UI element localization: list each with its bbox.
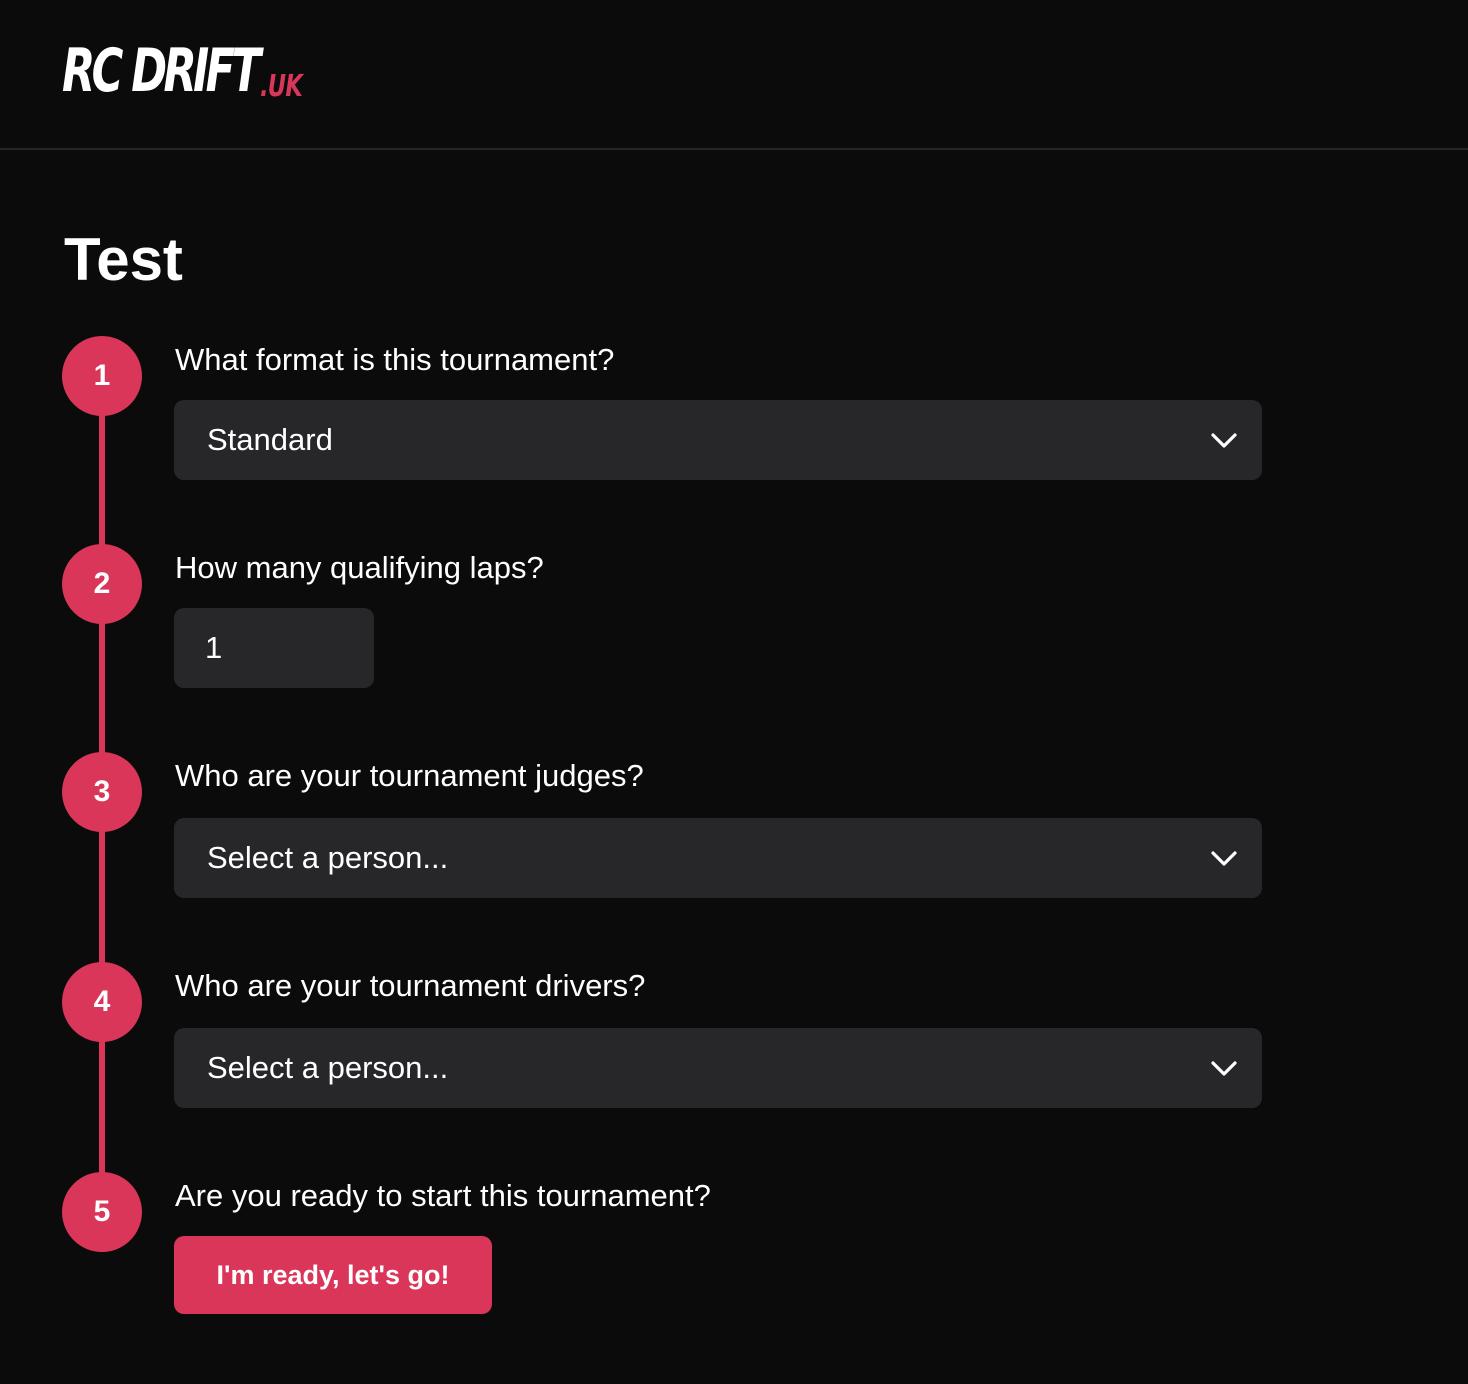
- drivers-select-value: Select a person...: [207, 1050, 449, 1085]
- drivers-select[interactable]: Select a person...: [174, 1028, 1262, 1108]
- step-2-question: How many qualifying laps?: [175, 550, 544, 585]
- step-5-question: Are you ready to start this tournament?: [175, 1178, 711, 1213]
- site-header: RC DRIFT .UK: [0, 0, 1468, 150]
- format-select[interactable]: Standard: [174, 400, 1262, 480]
- step-5-number-badge: 5: [62, 1172, 142, 1252]
- start-tournament-button[interactable]: I'm ready, let's go!: [174, 1236, 492, 1314]
- qualifying-laps-input[interactable]: [174, 608, 374, 688]
- step-3-question: Who are your tournament judges?: [175, 758, 644, 793]
- page-title: Test: [64, 226, 183, 293]
- step-1-number-badge: 1: [62, 336, 142, 416]
- logo-domain-suffix: .UK: [260, 69, 303, 104]
- step-4-number-badge: 4: [62, 962, 142, 1042]
- chevron-down-icon: [1211, 433, 1237, 448]
- judges-select-value: Select a person...: [207, 840, 449, 875]
- chevron-down-icon: [1211, 1061, 1237, 1076]
- chevron-down-icon: [1211, 851, 1237, 866]
- judges-select[interactable]: Select a person...: [174, 818, 1262, 898]
- step-4-question: Who are your tournament drivers?: [175, 968, 646, 1003]
- step-1-question: What format is this tournament?: [175, 342, 615, 377]
- site-logo[interactable]: RC DRIFT .UK: [62, 38, 333, 104]
- step-3-number-badge: 3: [62, 752, 142, 832]
- format-select-value: Standard: [207, 422, 333, 457]
- logo-wordmark: RC DRIFT: [62, 36, 261, 106]
- step-2-number-badge: 2: [62, 544, 142, 624]
